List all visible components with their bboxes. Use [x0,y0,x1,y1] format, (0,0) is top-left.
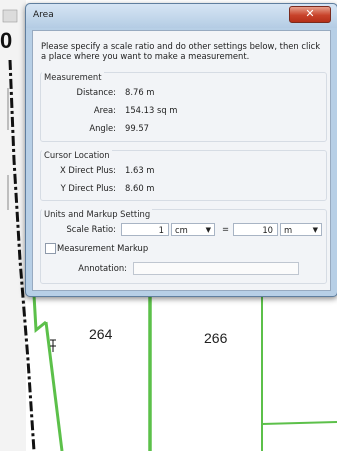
x-direct-row: X Direct Plus: 1.63 m [41,165,326,177]
instructions-text: Please specify a scale ratio and do othe… [41,41,321,61]
angle-row: Angle: 99.57 [41,123,326,135]
chevron-down-icon: ▼ [205,226,211,234]
cursor-location-group: Cursor Location X Direct Plus: 1.63 m Y … [40,150,327,201]
scale-right-input[interactable]: 10 [233,223,278,236]
annotation-input[interactable] [133,262,299,275]
measurement-group-title: Measurement [42,72,104,82]
distance-row: Distance: 8.76 m [41,87,326,99]
dialog-content: Please specify a scale ratio and do othe… [32,30,331,291]
distance-label: Distance: [76,87,116,97]
lot-boundary-line [261,421,337,425]
area-value: 154.13 sq m [125,105,178,115]
y-direct-label: Y Direct Plus: [60,183,116,193]
chevron-down-icon: ▼ [312,226,318,234]
dialog-title: Area [33,10,54,20]
area-dialog[interactable]: Area ✕ Please specify a scale ratio and … [25,3,337,297]
scale-ratio-label: Scale Ratio: [66,224,116,234]
y-direct-value: 8.60 m [125,183,155,193]
lot-boundary-line [44,321,64,451]
cursor-location-group-title: Cursor Location [42,150,112,160]
lot-label-266: 266 [204,330,228,346]
close-icon: ✕ [305,7,315,20]
dialog-titlebar[interactable]: Area ✕ [26,4,337,28]
x-direct-value: 1.63 m [125,165,155,175]
lot-label-264: 264 [89,326,113,342]
area-row: Area: 154.13 sq m [41,105,326,117]
annotation-row: Annotation: [41,262,326,276]
equals-sign: = [222,224,230,234]
units-markup-group-title: Units and Markup Setting [42,209,153,219]
scale-left-unit-value: cm [175,225,188,235]
plan-tab-mark [2,9,18,23]
measurement-markup-label[interactable]: Measurement Markup [57,243,148,253]
annotation-label: Annotation: [78,263,127,273]
y-direct-row: Y Direct Plus: 8.60 m [41,183,326,195]
scale-right-unit-select[interactable]: m ▼ [280,223,322,236]
distance-value: 8.76 m [125,87,155,97]
scale-left-input[interactable]: 1 [121,223,169,236]
measurement-group: Measurement Distance: 8.76 m Area: 154.1… [40,72,327,142]
units-markup-group: Units and Markup Setting Scale Ratio: 1 … [40,209,327,284]
area-label: Area: [93,105,116,115]
close-button[interactable]: ✕ [289,6,331,23]
scale-ratio-row: Scale Ratio: 1 cm ▼ = 10 m ▼ [41,223,326,237]
scale-right-unit-value: m [284,225,293,235]
markup-row: Measurement Markup [41,242,326,254]
scale-left-unit-select[interactable]: cm ▼ [171,223,215,236]
angle-value: 99.57 [125,123,149,133]
measurement-markup-checkbox[interactable] [45,243,56,254]
x-direct-label: X Direct Plus: [59,165,116,175]
angle-label: Angle: [89,123,116,133]
